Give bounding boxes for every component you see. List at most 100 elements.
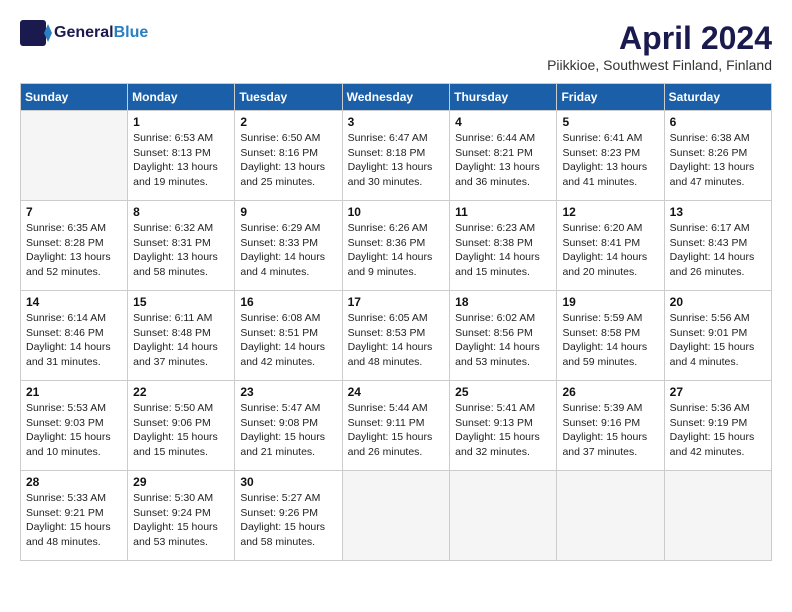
- calendar-cell: 1 Sunrise: 6:53 AM Sunset: 8:13 PM Daylig…: [128, 111, 235, 201]
- day-number: 14: [26, 295, 122, 309]
- week-row: 28 Sunrise: 5:33 AM Sunset: 9:21 PM Dayli…: [21, 471, 772, 561]
- day-info: Sunrise: 6:17 AM Sunset: 8:43 PM Dayligh…: [670, 221, 766, 280]
- calendar-cell: 12 Sunrise: 6:20 AM Sunset: 8:41 PM Dayli…: [557, 201, 664, 291]
- day-number: 13: [670, 205, 766, 219]
- day-info: Sunrise: 6:41 AM Sunset: 8:23 PM Dayligh…: [562, 131, 658, 190]
- calendar-cell: 26 Sunrise: 5:39 AM Sunset: 9:16 PM Dayli…: [557, 381, 664, 471]
- day-info: Sunrise: 5:39 AM Sunset: 9:16 PM Dayligh…: [562, 401, 658, 460]
- day-number: 25: [455, 385, 551, 399]
- calendar-cell: 4Sunrise: 6:44 AM Sunset: 8:21 PM Daylig…: [450, 111, 557, 201]
- calendar-cell: 20Sunrise: 5:56 AM Sunset: 9:01 PM Dayli…: [664, 291, 771, 381]
- calendar-cell: [342, 471, 450, 561]
- day-number: 5: [562, 115, 658, 129]
- weekday-header: Saturday: [664, 84, 771, 111]
- calendar-cell: 19Sunrise: 5:59 AM Sunset: 8:58 PM Dayli…: [557, 291, 664, 381]
- calendar-cell: 27Sunrise: 5:36 AM Sunset: 9:19 PM Dayli…: [664, 381, 771, 471]
- calendar-cell: 5 Sunrise: 6:41 AM Sunset: 8:23 PM Daylig…: [557, 111, 664, 201]
- calendar-cell: [664, 471, 771, 561]
- calendar-cell: 21 Sunrise: 5:53 AM Sunset: 9:03 PM Dayli…: [21, 381, 128, 471]
- weekday-header: Thursday: [450, 84, 557, 111]
- calendar-cell: 28 Sunrise: 5:33 AM Sunset: 9:21 PM Dayli…: [21, 471, 128, 561]
- calendar-cell: 18Sunrise: 6:02 AM Sunset: 8:56 PM Dayli…: [450, 291, 557, 381]
- calendar-cell: 29 Sunrise: 5:30 AM Sunset: 9:24 PM Dayli…: [128, 471, 235, 561]
- calendar-cell: 22Sunrise: 5:50 AM Sunset: 9:06 PM Dayli…: [128, 381, 235, 471]
- weekday-header-row: SundayMondayTuesdayWednesdayThursdayFrid…: [21, 84, 772, 111]
- logo: GeneralBlue: [20, 20, 148, 46]
- calendar-cell: 6 Sunrise: 6:38 AM Sunset: 8:26 PM Daylig…: [664, 111, 771, 201]
- day-number: 8: [133, 205, 229, 219]
- day-info: Sunrise: 6:53 AM Sunset: 8:13 PM Dayligh…: [133, 131, 229, 190]
- calendar-cell: 7Sunrise: 6:35 AM Sunset: 8:28 PM Daylig…: [21, 201, 128, 291]
- calendar-cell: 3Sunrise: 6:47 AM Sunset: 8:18 PM Daylig…: [342, 111, 450, 201]
- day-number: 16: [240, 295, 336, 309]
- calendar-cell: [450, 471, 557, 561]
- day-info: Sunrise: 6:26 AM Sunset: 8:36 PM Dayligh…: [348, 221, 445, 280]
- day-number: 17: [348, 295, 445, 309]
- logo-blue: Blue: [114, 24, 149, 41]
- day-number: 23: [240, 385, 336, 399]
- calendar-cell: 25 Sunrise: 5:41 AM Sunset: 9:13 PM Dayli…: [450, 381, 557, 471]
- day-info: Sunrise: 6:32 AM Sunset: 8:31 PM Dayligh…: [133, 221, 229, 280]
- week-row: 21 Sunrise: 5:53 AM Sunset: 9:03 PM Dayli…: [21, 381, 772, 471]
- day-number: 15: [133, 295, 229, 309]
- week-row: 14 Sunrise: 6:14 AM Sunset: 8:46 PM Dayli…: [21, 291, 772, 381]
- day-info: Sunrise: 6:50 AM Sunset: 8:16 PM Dayligh…: [240, 131, 336, 190]
- day-info: Sunrise: 6:44 AM Sunset: 8:21 PM Dayligh…: [455, 131, 551, 190]
- calendar-cell: 15 Sunrise: 6:11 AM Sunset: 8:48 PM Dayli…: [128, 291, 235, 381]
- day-info: Sunrise: 5:47 AM Sunset: 9:08 PM Dayligh…: [240, 401, 336, 460]
- calendar-cell: 16 Sunrise: 6:08 AM Sunset: 8:51 PM Dayli…: [235, 291, 342, 381]
- calendar-cell: 10Sunrise: 6:26 AM Sunset: 8:36 PM Dayli…: [342, 201, 450, 291]
- day-info: Sunrise: 5:27 AM Sunset: 9:26 PM Dayligh…: [240, 491, 336, 550]
- day-info: Sunrise: 6:11 AM Sunset: 8:48 PM Dayligh…: [133, 311, 229, 370]
- calendar-cell: 23 Sunrise: 5:47 AM Sunset: 9:08 PM Dayli…: [235, 381, 342, 471]
- calendar-cell: 2 Sunrise: 6:50 AM Sunset: 8:16 PM Daylig…: [235, 111, 342, 201]
- weekday-header: Wednesday: [342, 84, 450, 111]
- day-number: 26: [562, 385, 658, 399]
- calendar-cell: 24 Sunrise: 5:44 AM Sunset: 9:11 PM Dayli…: [342, 381, 450, 471]
- day-info: Sunrise: 6:14 AM Sunset: 8:46 PM Dayligh…: [26, 311, 122, 370]
- day-number: 29: [133, 475, 229, 489]
- title-block: April 2024 Piikkioe, Southwest Finland, …: [547, 20, 772, 73]
- calendar-table: SundayMondayTuesdayWednesdayThursdayFrid…: [20, 83, 772, 561]
- day-info: Sunrise: 6:23 AM Sunset: 8:38 PM Dayligh…: [455, 221, 551, 280]
- day-number: 6: [670, 115, 766, 129]
- day-number: 21: [26, 385, 122, 399]
- day-info: Sunrise: 6:29 AM Sunset: 8:33 PM Dayligh…: [240, 221, 336, 280]
- day-info: Sunrise: 5:30 AM Sunset: 9:24 PM Dayligh…: [133, 491, 229, 550]
- calendar-cell: 13 Sunrise: 6:17 AM Sunset: 8:43 PM Dayli…: [664, 201, 771, 291]
- day-number: 22: [133, 385, 229, 399]
- weekday-header: Tuesday: [235, 84, 342, 111]
- day-number: 2: [240, 115, 336, 129]
- day-info: Sunrise: 6:08 AM Sunset: 8:51 PM Dayligh…: [240, 311, 336, 370]
- day-number: 28: [26, 475, 122, 489]
- logo-general: General: [54, 24, 114, 41]
- calendar-cell: 17 Sunrise: 6:05 AM Sunset: 8:53 PM Dayli…: [342, 291, 450, 381]
- location-title: Piikkioe, Southwest Finland, Finland: [547, 57, 772, 73]
- day-info: Sunrise: 5:53 AM Sunset: 9:03 PM Dayligh…: [26, 401, 122, 460]
- day-number: 12: [562, 205, 658, 219]
- day-info: Sunrise: 5:59 AM Sunset: 8:58 PM Dayligh…: [562, 311, 658, 370]
- weekday-header: Sunday: [21, 84, 128, 111]
- day-info: Sunrise: 6:20 AM Sunset: 8:41 PM Dayligh…: [562, 221, 658, 280]
- calendar-cell: 11 Sunrise: 6:23 AM Sunset: 8:38 PM Dayli…: [450, 201, 557, 291]
- day-info: Sunrise: 5:41 AM Sunset: 9:13 PM Dayligh…: [455, 401, 551, 460]
- day-info: Sunrise: 5:56 AM Sunset: 9:01 PM Dayligh…: [670, 311, 766, 370]
- day-info: Sunrise: 5:44 AM Sunset: 9:11 PM Dayligh…: [348, 401, 445, 460]
- day-info: Sunrise: 5:36 AM Sunset: 9:19 PM Dayligh…: [670, 401, 766, 460]
- weekday-header: Monday: [128, 84, 235, 111]
- day-number: 11: [455, 205, 551, 219]
- month-title: April 2024: [547, 20, 772, 57]
- day-number: 30: [240, 475, 336, 489]
- day-info: Sunrise: 6:38 AM Sunset: 8:26 PM Dayligh…: [670, 131, 766, 190]
- calendar-cell: [557, 471, 664, 561]
- calendar-cell: 8 Sunrise: 6:32 AM Sunset: 8:31 PM Daylig…: [128, 201, 235, 291]
- logo-icon: [20, 20, 52, 46]
- page-header: GeneralBlue April 2024 Piikkioe, Southwe…: [20, 20, 772, 73]
- day-number: 24: [348, 385, 445, 399]
- day-number: 1: [133, 115, 229, 129]
- calendar-cell: 30 Sunrise: 5:27 AM Sunset: 9:26 PM Dayli…: [235, 471, 342, 561]
- day-info: Sunrise: 5:33 AM Sunset: 9:21 PM Dayligh…: [26, 491, 122, 550]
- calendar-cell: 14 Sunrise: 6:14 AM Sunset: 8:46 PM Dayli…: [21, 291, 128, 381]
- day-info: Sunrise: 6:35 AM Sunset: 8:28 PM Dayligh…: [26, 221, 122, 280]
- day-info: Sunrise: 6:05 AM Sunset: 8:53 PM Dayligh…: [348, 311, 445, 370]
